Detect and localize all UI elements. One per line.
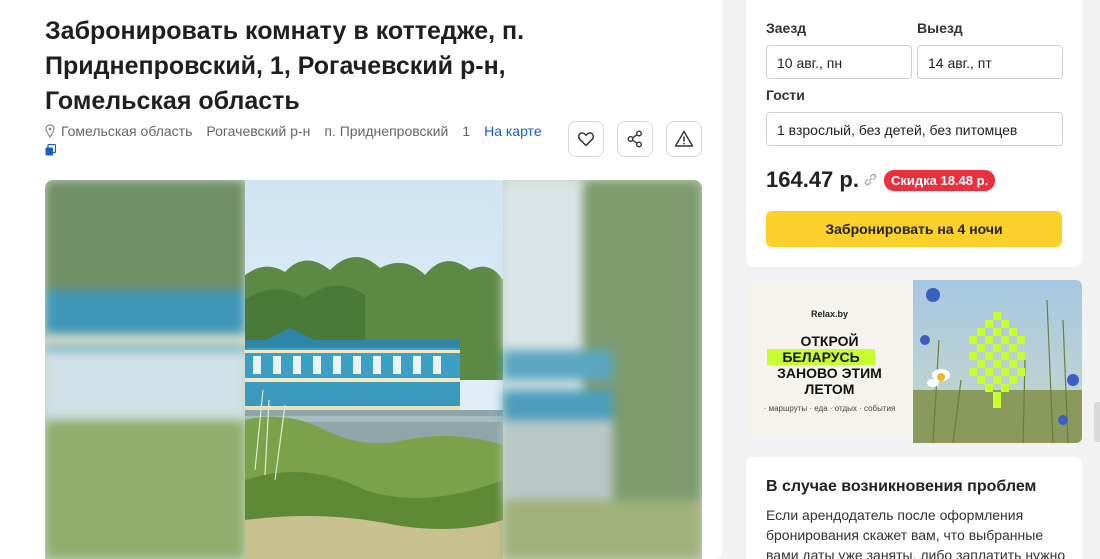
page-title: Забронировать комнату в коттедже, п. При… bbox=[45, 17, 525, 115]
listing-card: Забронировать комнату в коттедже, п. При… bbox=[0, 0, 722, 559]
book-button[interactable]: Забронировать на 4 ночи bbox=[766, 211, 1062, 247]
checkin-field[interactable]: 10 авг., пн bbox=[766, 45, 912, 79]
banner-logo: Relax.by bbox=[810, 309, 849, 319]
banner-headline-line3: ЗАНОВО ЭТИМ bbox=[777, 365, 882, 381]
address-house: 1 bbox=[462, 123, 471, 139]
banner-tagline: · маршруты · еда · отдых · события bbox=[763, 404, 896, 413]
address-settlement[interactable]: п. Приднепровский bbox=[324, 123, 448, 139]
price-value: 164.47 р. bbox=[766, 167, 859, 192]
link-icon[interactable] bbox=[864, 173, 877, 186]
discount-badge: Скидка 18.48 р. bbox=[884, 170, 996, 191]
address-region[interactable]: Гомельская область bbox=[61, 123, 192, 139]
guests-field[interactable]: 1 взрослый, без детей, без питомцев bbox=[766, 112, 1063, 146]
show-on-map-link[interactable]: На карте bbox=[484, 123, 542, 139]
banner-headline-line4: ЛЕТОМ bbox=[804, 381, 855, 397]
favorite-button[interactable] bbox=[568, 121, 604, 157]
report-button[interactable] bbox=[666, 121, 702, 157]
share-icon bbox=[627, 130, 642, 148]
gallery-prev-photo[interactable] bbox=[45, 180, 245, 559]
problems-text: Если арендодатель после оформления брони… bbox=[766, 507, 1066, 559]
checkin-label: Заезд bbox=[766, 20, 807, 36]
address-breadcrumb: Гомельская область Рогачевский р-н п. Пр… bbox=[45, 123, 542, 139]
copy-icon[interactable] bbox=[45, 144, 56, 156]
checkout-label: Выезд bbox=[917, 20, 963, 36]
heart-icon bbox=[577, 132, 595, 147]
checkout-field[interactable]: 14 авг., пт bbox=[917, 45, 1063, 79]
gallery-main-photo[interactable] bbox=[245, 180, 503, 559]
booking-panel: Заезд Выезд 10 авг., пн 14 авг., пт Гост… bbox=[746, 0, 1082, 267]
gallery-next-photo[interactable] bbox=[503, 180, 702, 559]
warning-icon bbox=[674, 130, 694, 147]
share-button[interactable] bbox=[617, 121, 653, 157]
banner-headline-line1: ОТКРОЙ bbox=[800, 333, 859, 349]
banner-headline-line2: БЕЛАРУСЬ bbox=[767, 349, 875, 365]
location-pin-icon bbox=[45, 124, 55, 138]
promo-banner[interactable]: Relax.by ОТКРОЙ БЕЛАРУСЬ ЗАНОВО ЭТИМ ЛЕТ… bbox=[746, 280, 1082, 443]
banner-image bbox=[913, 280, 1082, 443]
problems-info-card: В случае возникновения проблем Если арен… bbox=[746, 457, 1082, 559]
guests-label: Гости bbox=[766, 87, 805, 103]
side-scroll-tab[interactable] bbox=[1094, 402, 1100, 442]
address-district[interactable]: Рогачевский р-н bbox=[206, 123, 310, 139]
photo-gallery[interactable] bbox=[45, 180, 702, 559]
problems-title: В случае возникновения проблем bbox=[766, 478, 1037, 495]
banner-text-area: Relax.by ОТКРОЙ БЕЛАРУСЬ ЗАНОВО ЭТИМ ЛЕТ… bbox=[746, 280, 913, 443]
